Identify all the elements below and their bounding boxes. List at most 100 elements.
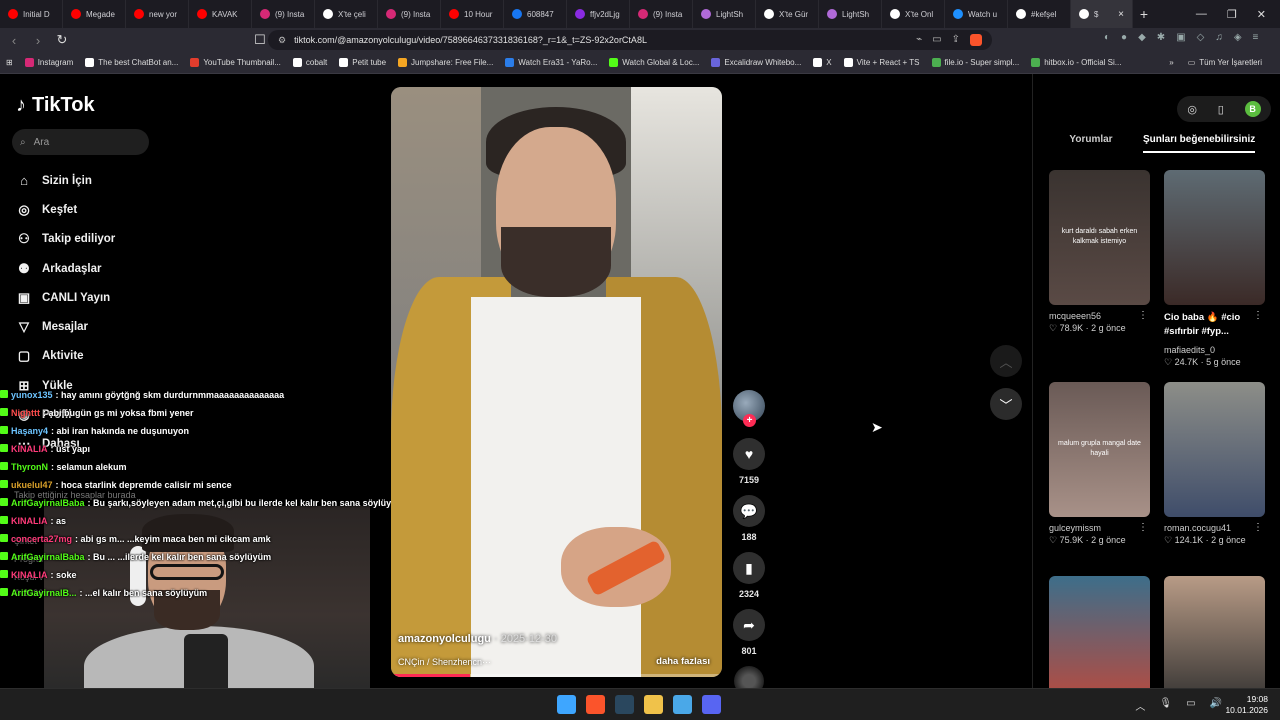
- bookmark-item[interactable]: Excalidraw Whitebo...: [705, 58, 807, 67]
- browser-tab[interactable]: KAVAK: [189, 0, 252, 28]
- cast-icon[interactable]: ▭: [932, 34, 941, 46]
- menu-icon[interactable]: ≡: [1253, 32, 1259, 43]
- browser-tab[interactable]: (9) Insta: [630, 0, 693, 28]
- recommended-video-card[interactable]: ⋮ Cio baba 🔥 #cio #sıfırbir #fyp... mafiae…: [1164, 170, 1265, 368]
- reload-button[interactable]: ↻: [52, 32, 72, 48]
- extension-icon[interactable]: ●: [1121, 32, 1127, 43]
- vpn-icon[interactable]: ◈: [1234, 32, 1242, 43]
- network-icon[interactable]: ▭: [1186, 698, 1195, 713]
- save-button[interactable]: ▮: [733, 552, 765, 584]
- apps-grid-icon[interactable]: ⊞: [0, 58, 19, 67]
- search-input[interactable]: ⌕ Ara: [12, 129, 149, 155]
- browser-tab[interactable]: LightSh: [819, 0, 882, 28]
- brave-browser-icon[interactable]: [586, 695, 605, 714]
- forward-button[interactable]: ›: [28, 33, 48, 48]
- bookmark-item[interactable]: hitbox.io - Official Si...: [1025, 58, 1127, 67]
- browser-tab[interactable]: LightSh: [693, 0, 756, 28]
- video-author[interactable]: amazonyolculugu: [398, 633, 491, 645]
- bookmark-item[interactable]: cobalt: [287, 58, 333, 67]
- browser-tab[interactable]: (9) Insta: [378, 0, 441, 28]
- new-tab-button[interactable]: +: [1133, 6, 1155, 22]
- site-info-icon[interactable]: ⚙: [278, 35, 286, 46]
- bookmark-item[interactable]: Instagram: [19, 58, 80, 67]
- tab-comments[interactable]: Yorumlar: [1049, 132, 1133, 153]
- bookmark-item[interactable]: Petit tube: [333, 58, 392, 67]
- microphone-icon[interactable]: 🎙: [1159, 698, 1172, 713]
- video-location[interactable]: CNÇin / Shenzhencn···: [398, 657, 491, 667]
- card-username[interactable]: roman.cocugu41: [1164, 523, 1265, 533]
- all-bookmarks-button[interactable]: ▭ Tüm Yer İşaretleri: [1182, 58, 1268, 67]
- comment-button[interactable]: 💬: [733, 495, 765, 527]
- bookmarks-overflow-icon[interactable]: »: [1169, 58, 1173, 67]
- browser-tab[interactable]: 10 Hour: [441, 0, 504, 28]
- extension-icon[interactable]: ◐: [1104, 32, 1110, 43]
- address-bar[interactable]: ⚙ tiktok.com/@amazonyolculugu/video/7589…: [268, 30, 992, 50]
- discord-icon[interactable]: [702, 695, 721, 714]
- browser-tab[interactable]: X'te Onl: [882, 0, 945, 28]
- sidebar-item-5[interactable]: ▣ CANLI Yayın: [16, 283, 115, 312]
- bookmark-item[interactable]: The best ChatBot an...: [79, 58, 184, 67]
- next-video-button[interactable]: ﹀: [990, 388, 1022, 420]
- browser-tab[interactable]: X'te çeli: [315, 0, 378, 28]
- card-username[interactable]: gulceymissm: [1049, 523, 1150, 533]
- clock[interactable]: 19:08 10.01.2026: [1225, 694, 1268, 716]
- wallet-icon[interactable]: ◇: [1197, 32, 1205, 43]
- extensions-puzzle-icon[interactable]: ✱: [1157, 32, 1165, 43]
- bookmark-item[interactable]: X: [807, 58, 837, 67]
- bookmark-item[interactable]: Watch Global & Loc...: [603, 58, 705, 67]
- sidebar-item-7[interactable]: ▢ Aktivite: [16, 342, 115, 371]
- like-button[interactable]: ♥: [733, 438, 765, 470]
- sidebar-item-6[interactable]: ▽ Mesajlar: [16, 312, 115, 341]
- photos-icon[interactable]: [673, 695, 692, 714]
- browser-tab[interactable]: $ ×: [1071, 0, 1133, 28]
- browser-tab[interactable]: new yor: [126, 0, 189, 28]
- translate-icon[interactable]: ⌁: [916, 34, 922, 46]
- sidebar-item-4[interactable]: ⚉ Arkadaşlar: [16, 254, 115, 283]
- minimize-icon[interactable]: —: [1196, 8, 1207, 21]
- recommended-video-card[interactable]: kurt daraldı sabah erken kalkmak istemiy…: [1049, 170, 1150, 334]
- tray-overflow-icon[interactable]: ︿: [1135, 698, 1145, 713]
- browser-tab[interactable]: Watch u: [945, 0, 1008, 28]
- back-button[interactable]: ‹: [4, 33, 24, 48]
- share-button[interactable]: ➦: [733, 609, 765, 641]
- windows-start-icon[interactable]: [557, 695, 576, 714]
- video-thumbnail[interactable]: [1164, 382, 1265, 517]
- bookmark-item[interactable]: Jumpshare: Free File...: [392, 58, 499, 67]
- bookmark-item[interactable]: file.io - Super simpl...: [926, 58, 1026, 67]
- share-icon[interactable]: ⇪: [952, 34, 960, 46]
- follow-plus-icon[interactable]: +: [743, 414, 756, 427]
- video-thumbnail[interactable]: malum grupla mangal date hayali: [1049, 382, 1150, 517]
- steam-icon[interactable]: [615, 695, 634, 714]
- video-player[interactable]: amazonyolculugu · 2025-12-30 CNÇin / She…: [391, 87, 722, 677]
- video-progress-bar[interactable]: [391, 674, 722, 677]
- brave-shields-icon[interactable]: [970, 34, 982, 46]
- music-icon[interactable]: ♫: [1215, 32, 1223, 43]
- browser-tab[interactable]: Megade: [63, 0, 126, 28]
- maximize-icon[interactable]: ❐: [1227, 8, 1237, 21]
- sidebar-item-2[interactable]: ◎ Keşfet: [16, 195, 115, 224]
- recommended-video-card[interactable]: ⋮ roman.cocugu41 ♡ 124.1K · 2 g önce: [1164, 382, 1265, 546]
- card-username[interactable]: mcqueeen56: [1049, 311, 1150, 321]
- card-more-icon[interactable]: ⋮: [1138, 310, 1148, 321]
- author-avatar[interactable]: +: [733, 390, 765, 427]
- bookmark-item[interactable]: Vite + React + TS: [838, 58, 926, 67]
- browser-tab[interactable]: X'te Gür: [756, 0, 819, 28]
- video-thumbnail[interactable]: kurt daraldı sabah erken kalkmak istemiy…: [1049, 170, 1150, 305]
- file-explorer-icon[interactable]: [644, 695, 663, 714]
- bookmark-item[interactable]: YouTube Thumbnail...: [184, 58, 287, 67]
- recommended-video-card[interactable]: malum grupla mangal date hayali ⋮ gulceymi…: [1049, 382, 1150, 546]
- bookmark-item[interactable]: Watch Era31 - YaRo...: [499, 58, 603, 67]
- close-window-icon[interactable]: ✕: [1257, 8, 1266, 21]
- card-more-icon[interactable]: ⋮: [1253, 522, 1263, 533]
- browser-tab[interactable]: 608847: [504, 0, 567, 28]
- tab-close-icon[interactable]: ×: [1118, 9, 1124, 20]
- card-username[interactable]: mafiaedits_0: [1164, 345, 1265, 355]
- browser-tab[interactable]: #kefşel: [1008, 0, 1071, 28]
- tab-you-may-like[interactable]: Şunları beğenebilirsiniz: [1143, 132, 1256, 153]
- browser-tab[interactable]: ffjv2dLjg: [567, 0, 630, 28]
- card-more-icon[interactable]: ⋮: [1253, 310, 1263, 321]
- volume-icon[interactable]: 🔊: [1210, 698, 1222, 713]
- sidebar-icon[interactable]: ▣: [1176, 32, 1185, 43]
- sidebar-item-1[interactable]: ⌂ Sizin İçin: [16, 166, 115, 195]
- device-icon[interactable]: ▯: [1218, 103, 1224, 116]
